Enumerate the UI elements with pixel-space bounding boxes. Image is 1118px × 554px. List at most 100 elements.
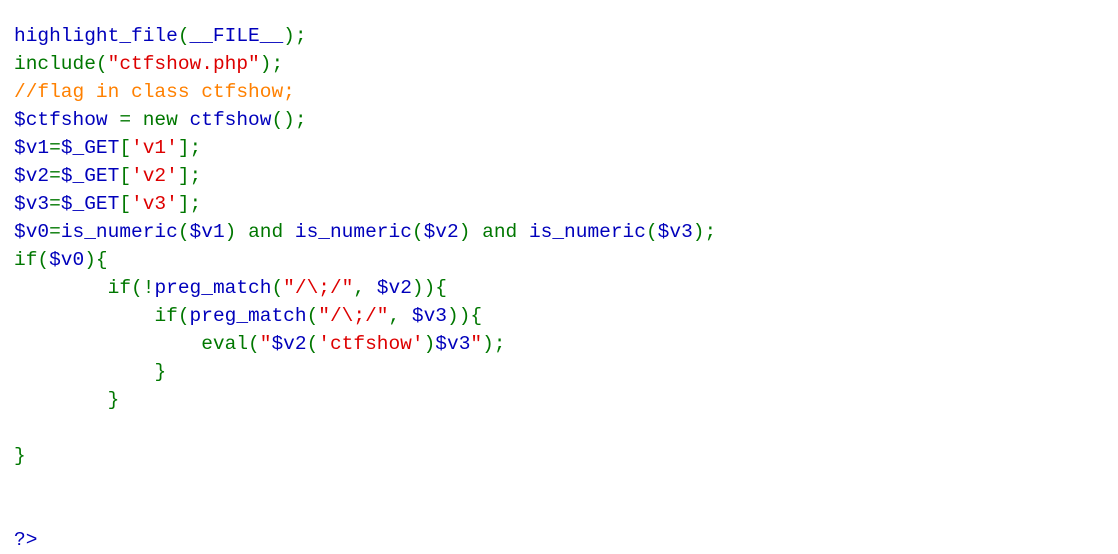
code-token: highlight_file xyxy=(14,25,178,47)
code-token: $v0 xyxy=(49,249,85,271)
code-token: if xyxy=(14,249,38,271)
code-token: " xyxy=(470,333,483,355)
code-token: ]; xyxy=(177,137,202,159)
code-token: $v3 xyxy=(411,305,448,327)
code-token: ( xyxy=(645,221,658,243)
code-token: ( xyxy=(177,305,190,327)
code-line: } xyxy=(14,442,1118,470)
code-token: (); xyxy=(271,109,307,131)
code-line: $v3=$_GET['v3']; xyxy=(14,190,1118,218)
code-token: ctfshow xyxy=(189,109,272,131)
code-token: preg_match xyxy=(154,277,272,299)
code-token: eval xyxy=(201,333,249,355)
code-token: include xyxy=(14,53,96,75)
code-line: if($v0){ xyxy=(14,246,1118,274)
code-token: ); xyxy=(692,221,717,243)
code-token: is_numeric xyxy=(294,221,412,243)
code-token: = xyxy=(49,221,61,243)
code-token: ( xyxy=(95,53,108,75)
code-token: ) xyxy=(458,221,483,243)
code-token: ( xyxy=(37,249,50,271)
code-token: ( xyxy=(177,221,190,243)
code-token: __FILE__ xyxy=(189,25,284,47)
code-token: "/\;/" xyxy=(283,277,354,299)
code-line: ?> xyxy=(14,526,1118,554)
code-line: $ctfshow = new ctfshow(); xyxy=(14,106,1118,134)
code-token: ]; xyxy=(177,193,202,215)
code-token: ( xyxy=(248,333,260,355)
code-token: $v3 xyxy=(657,221,693,243)
code-token: = xyxy=(107,109,143,131)
code-token: 'v2' xyxy=(131,165,178,187)
code-token: $v0 xyxy=(14,221,50,243)
code-token: 'v3' xyxy=(131,193,178,215)
code-line: } xyxy=(14,358,1118,386)
code-token: $v3 xyxy=(435,333,471,355)
code-token: $_GET xyxy=(60,137,120,159)
code-token: //flag in class ctfshow; xyxy=(14,81,295,103)
code-token: 'v1' xyxy=(131,137,178,159)
code-token: ( xyxy=(306,333,319,355)
code-token: " xyxy=(259,333,272,355)
code-token: ( xyxy=(411,221,424,243)
code-token: [ xyxy=(119,165,132,187)
source-code-view: highlight_file(__FILE__); include("ctfsho… xyxy=(0,0,1118,551)
code-token: new xyxy=(142,109,178,131)
code-token: (! xyxy=(131,277,155,299)
code-token: $v3 xyxy=(14,193,50,215)
code-line: highlight_file(__FILE__); xyxy=(14,22,1118,50)
code-token: 'ctfshow' xyxy=(318,333,424,355)
code-line: $v0=is_numeric($v1) and is_numeric($v2) … xyxy=(14,218,1118,246)
code-token: , xyxy=(388,305,412,327)
code-token: $v2 xyxy=(423,221,459,243)
code-token: ) xyxy=(423,333,436,355)
code-token: ( xyxy=(177,25,190,47)
code-line: $v1=$_GET['v1']; xyxy=(14,134,1118,162)
code-token: $_GET xyxy=(60,193,120,215)
code-token: = xyxy=(49,137,61,159)
code-token: $v2 xyxy=(14,165,50,187)
code-token: } xyxy=(107,389,120,411)
code-line: if(!preg_match("/\;/", $v2)){ xyxy=(14,274,1118,302)
code-token: $ctfshow xyxy=(14,109,108,131)
code-line: } xyxy=(14,386,1118,414)
code-token: )){ xyxy=(411,277,448,299)
code-token: ( xyxy=(271,277,284,299)
php-code-block: highlight_file(__FILE__); include("ctfsho… xyxy=(14,22,1118,554)
code-token: $_GET xyxy=(60,165,120,187)
code-token: = xyxy=(49,193,61,215)
code-line: eval("$v2('ctfshow')$v3"); xyxy=(14,330,1118,358)
code-token: preg_match xyxy=(189,305,307,327)
code-token: is_numeric xyxy=(528,221,646,243)
code-token: if xyxy=(154,305,178,327)
code-token: ) xyxy=(224,221,249,243)
code-token: } xyxy=(14,445,26,467)
code-token: $v1 xyxy=(14,137,50,159)
code-token: [ xyxy=(119,193,132,215)
code-token: $v2 xyxy=(376,277,412,299)
code-token: $v2 xyxy=(271,333,307,355)
code-token: and xyxy=(248,221,284,243)
code-token: [ xyxy=(119,137,132,159)
code-token: ){ xyxy=(84,249,108,271)
code-line: if(preg_match("/\;/", $v3)){ xyxy=(14,302,1118,330)
code-token: "/\;/" xyxy=(318,305,389,327)
code-token: is_numeric xyxy=(60,221,178,243)
code-token: = xyxy=(49,165,61,187)
code-token: ?> xyxy=(14,529,38,551)
code-token: and xyxy=(482,221,518,243)
code-token: ( xyxy=(306,305,319,327)
code-token: $v1 xyxy=(189,221,225,243)
code-token: } xyxy=(154,361,167,383)
code-line: include("ctfshow.php"); xyxy=(14,50,1118,78)
code-token: ]; xyxy=(177,165,202,187)
